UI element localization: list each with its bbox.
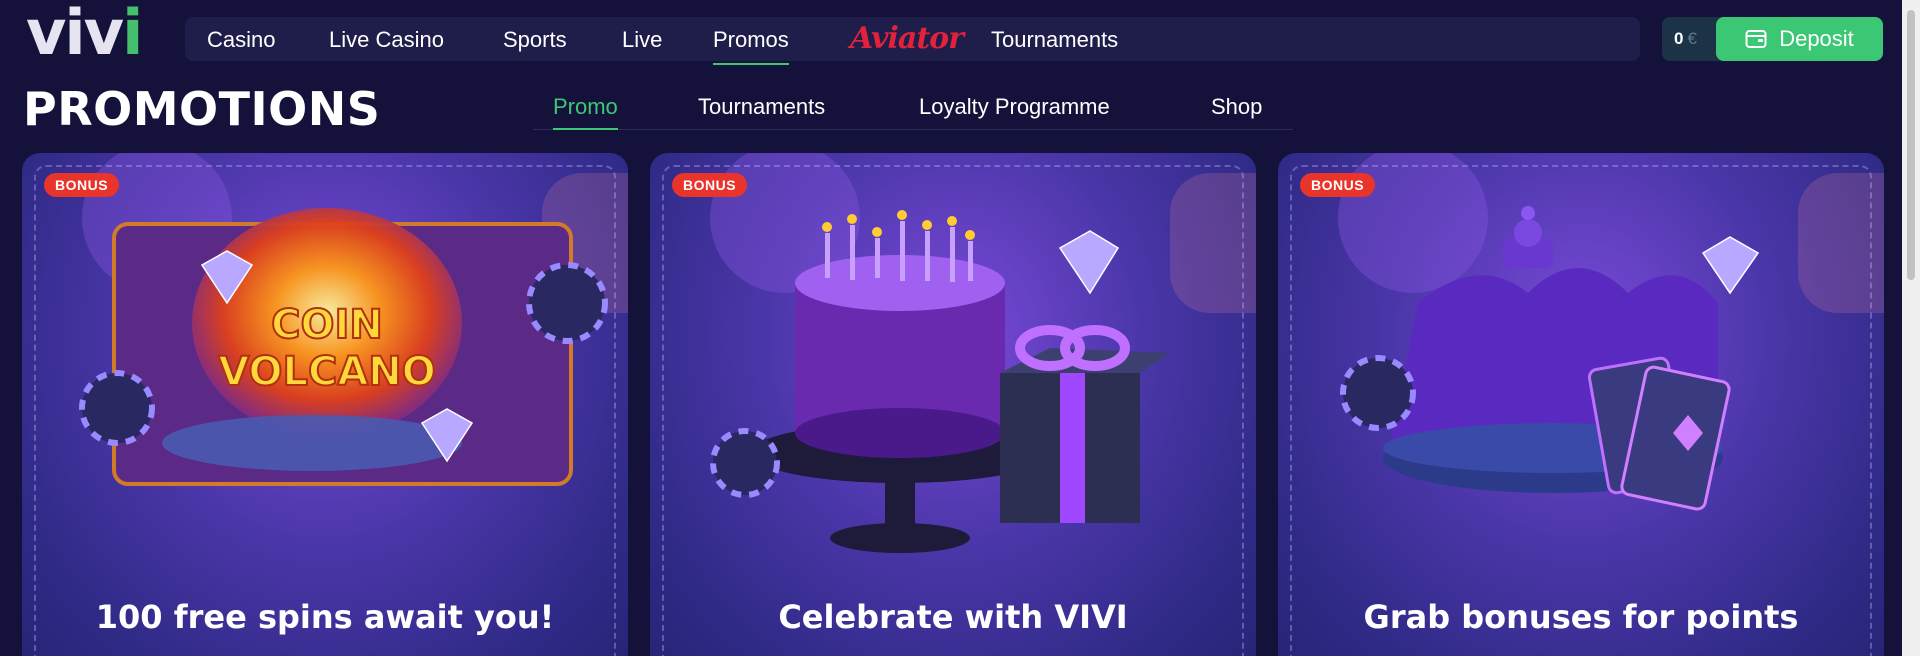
page-title: PROMOTIONS xyxy=(23,82,381,136)
vivi-logo[interactable]: vivi xyxy=(26,2,161,64)
promo-card-free-spins[interactable]: COIN VOLCANO BONUS 100 free spins await … xyxy=(22,153,628,656)
page-scrollbar[interactable] xyxy=(1902,0,1920,656)
card-title: Grab bonuses for points xyxy=(1363,598,1799,636)
subtab-shop[interactable]: Shop xyxy=(1211,94,1262,120)
bonus-badge: BONUS xyxy=(44,173,120,197)
nav-sports[interactable]: Sports xyxy=(503,27,567,53)
card-title: 100 free spins await you! xyxy=(95,598,555,636)
promo-subtabs: Promo Tournaments Loyalty Programme Shop xyxy=(533,90,1293,130)
bonus-badge: BONUS xyxy=(1300,173,1376,197)
nav-live-casino[interactable]: Live Casino xyxy=(329,27,444,53)
bonus-badge: BONUS xyxy=(672,173,748,197)
scrollbar-thumb[interactable] xyxy=(1907,10,1915,280)
top-header: vivi Casino Live Casino Sports Live Prom… xyxy=(0,0,1920,78)
card-dashed-border xyxy=(1290,165,1872,656)
nav-promos[interactable]: Promos xyxy=(713,27,789,65)
card-dashed-border xyxy=(34,165,616,656)
wallet-icon xyxy=(1745,30,1767,48)
nav-casino[interactable]: Casino xyxy=(207,27,275,53)
nav-live[interactable]: Live xyxy=(622,27,662,53)
promo-card-celebrate[interactable]: BONUS Celebrate with VIVI xyxy=(650,153,1256,656)
subtab-loyalty-programme[interactable]: Loyalty Programme xyxy=(919,94,1110,120)
subtab-promo[interactable]: Promo xyxy=(553,94,618,130)
main-nav: Casino Live Casino Sports Live Promos Av… xyxy=(185,17,1640,65)
card-dashed-border xyxy=(662,165,1244,656)
deposit-button[interactable]: Deposit xyxy=(1716,17,1883,61)
nav-aviator[interactable]: Aviator xyxy=(850,21,964,56)
promo-card-points[interactable]: BONUS Grab bonuses for points xyxy=(1278,153,1884,656)
subtab-tournaments[interactable]: Tournaments xyxy=(698,94,825,120)
subtabs-divider xyxy=(533,129,1293,130)
nav-tournaments[interactable]: Tournaments xyxy=(991,27,1118,53)
card-title: Celebrate with VIVI xyxy=(778,598,1128,636)
